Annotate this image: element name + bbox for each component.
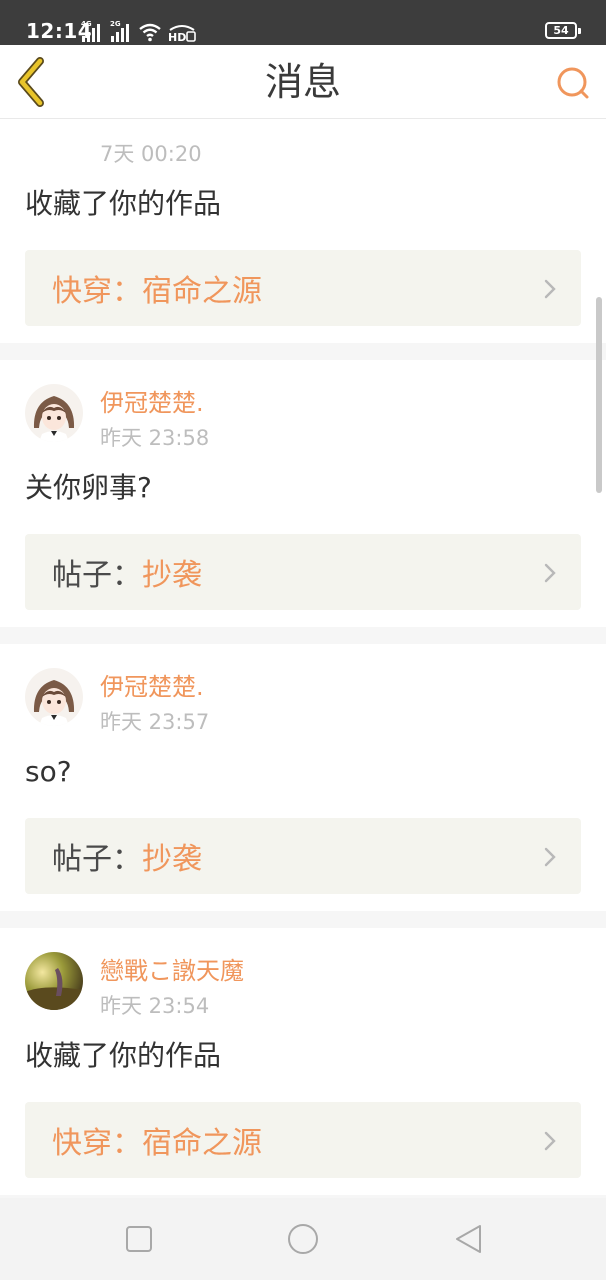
reference-type-label: 快穿：	[52, 1126, 142, 1161]
avatar[interactable]	[25, 668, 83, 726]
message-card: 伊冠楚楚. 昨天 23:57 so? 帖子： 抄袭	[0, 644, 606, 911]
signal-icon-2g: 2G	[110, 20, 129, 42]
home-button[interactable]	[286, 1222, 320, 1256]
message-card: 戀戰こ譈天魔 昨天 23:54 收藏了你的作品 快穿： 宿命之源	[0, 928, 606, 1195]
reference-type-label: 帖子：	[52, 842, 142, 877]
message-header: 伊冠楚楚. 昨天 23:58	[25, 360, 581, 450]
search-icon	[557, 67, 589, 99]
reference-title: 宿命之源	[142, 274, 262, 309]
system-nav-bar	[0, 1198, 606, 1280]
triangle-back-icon	[456, 1225, 481, 1253]
message-timestamp: 昨天 23:54	[100, 994, 210, 1018]
avatar[interactable]	[25, 952, 83, 1010]
reference-type-label: 快穿：	[52, 274, 142, 309]
chevron-right-icon	[544, 1131, 556, 1151]
message-header: 7天 00:20	[25, 120, 581, 166]
message-card: 7天 00:20 收藏了你的作品 快穿： 宿命之源	[0, 120, 606, 343]
message-header: 戀戰こ譈天魔 昨天 23:54	[25, 928, 581, 1018]
message-timestamp: 昨天 23:57	[100, 710, 210, 734]
message-timestamp: 7天 00:20	[100, 142, 202, 166]
scrollbar[interactable]	[596, 297, 602, 493]
search-button[interactable]	[552, 63, 592, 103]
chevron-right-icon	[544, 279, 556, 299]
reference-title: 抄袭	[142, 558, 202, 593]
square-icon	[126, 1226, 152, 1252]
sender-username[interactable]: 戀戰こ譈天魔	[100, 956, 244, 986]
chevron-right-icon	[544, 847, 556, 867]
message-text: 关你卵事?	[25, 471, 152, 504]
battery-indicator: 54	[545, 22, 581, 39]
anime-girl-avatar-icon	[25, 384, 83, 442]
recent-apps-button[interactable]	[122, 1222, 156, 1256]
message-timestamp: 昨天 23:58	[100, 426, 210, 450]
referenced-work-link[interactable]: 快穿： 宿命之源	[25, 250, 581, 326]
referenced-work-link[interactable]: 快穿： 宿命之源	[25, 1102, 581, 1178]
avatar[interactable]	[25, 384, 83, 442]
app-header: 消息	[0, 45, 606, 119]
reference-title: 抄袭	[142, 842, 202, 877]
reference-type-label: 帖子：	[52, 558, 142, 593]
page-title: 消息	[264, 60, 341, 104]
sender-username[interactable]: 伊冠楚楚.	[100, 388, 204, 418]
chevron-right-icon	[544, 563, 556, 583]
svg-text:HD: HD	[168, 31, 186, 42]
message-text: so?	[25, 755, 72, 788]
reference-title: 宿命之源	[142, 1126, 262, 1161]
circle-icon	[288, 1224, 318, 1254]
message-header: 伊冠楚楚. 昨天 23:57	[25, 644, 581, 734]
message-text: 收藏了你的作品	[25, 1039, 222, 1072]
status-bar: 12:14 4G 2G HD 54	[0, 0, 606, 45]
sender-username[interactable]: 伊冠楚楚.	[100, 672, 204, 702]
system-back-button[interactable]	[452, 1222, 486, 1256]
signal-icon-4g: 4G	[81, 20, 100, 42]
message-card: 伊冠楚楚. 昨天 23:58 关你卵事? 帖子： 抄袭	[0, 360, 606, 627]
referenced-post-link[interactable]: 帖子： 抄袭	[25, 534, 581, 610]
referenced-post-link[interactable]: 帖子： 抄袭	[25, 818, 581, 894]
status-icons: 4G 2G HD	[80, 20, 197, 42]
network-type-label: 4G	[81, 20, 92, 28]
landscape-photo-avatar-icon	[25, 952, 83, 1010]
wifi-icon	[139, 23, 161, 42]
hd-voice-icon: HD	[168, 25, 196, 42]
message-text: 收藏了你的作品	[25, 187, 222, 220]
network-type-label: 2G	[110, 20, 121, 28]
message-list[interactable]: 7天 00:20 收藏了你的作品 快穿： 宿命之源 伊冠楚楚. 昨天 23:58…	[0, 120, 606, 1198]
anime-girl-avatar-icon	[25, 668, 83, 726]
